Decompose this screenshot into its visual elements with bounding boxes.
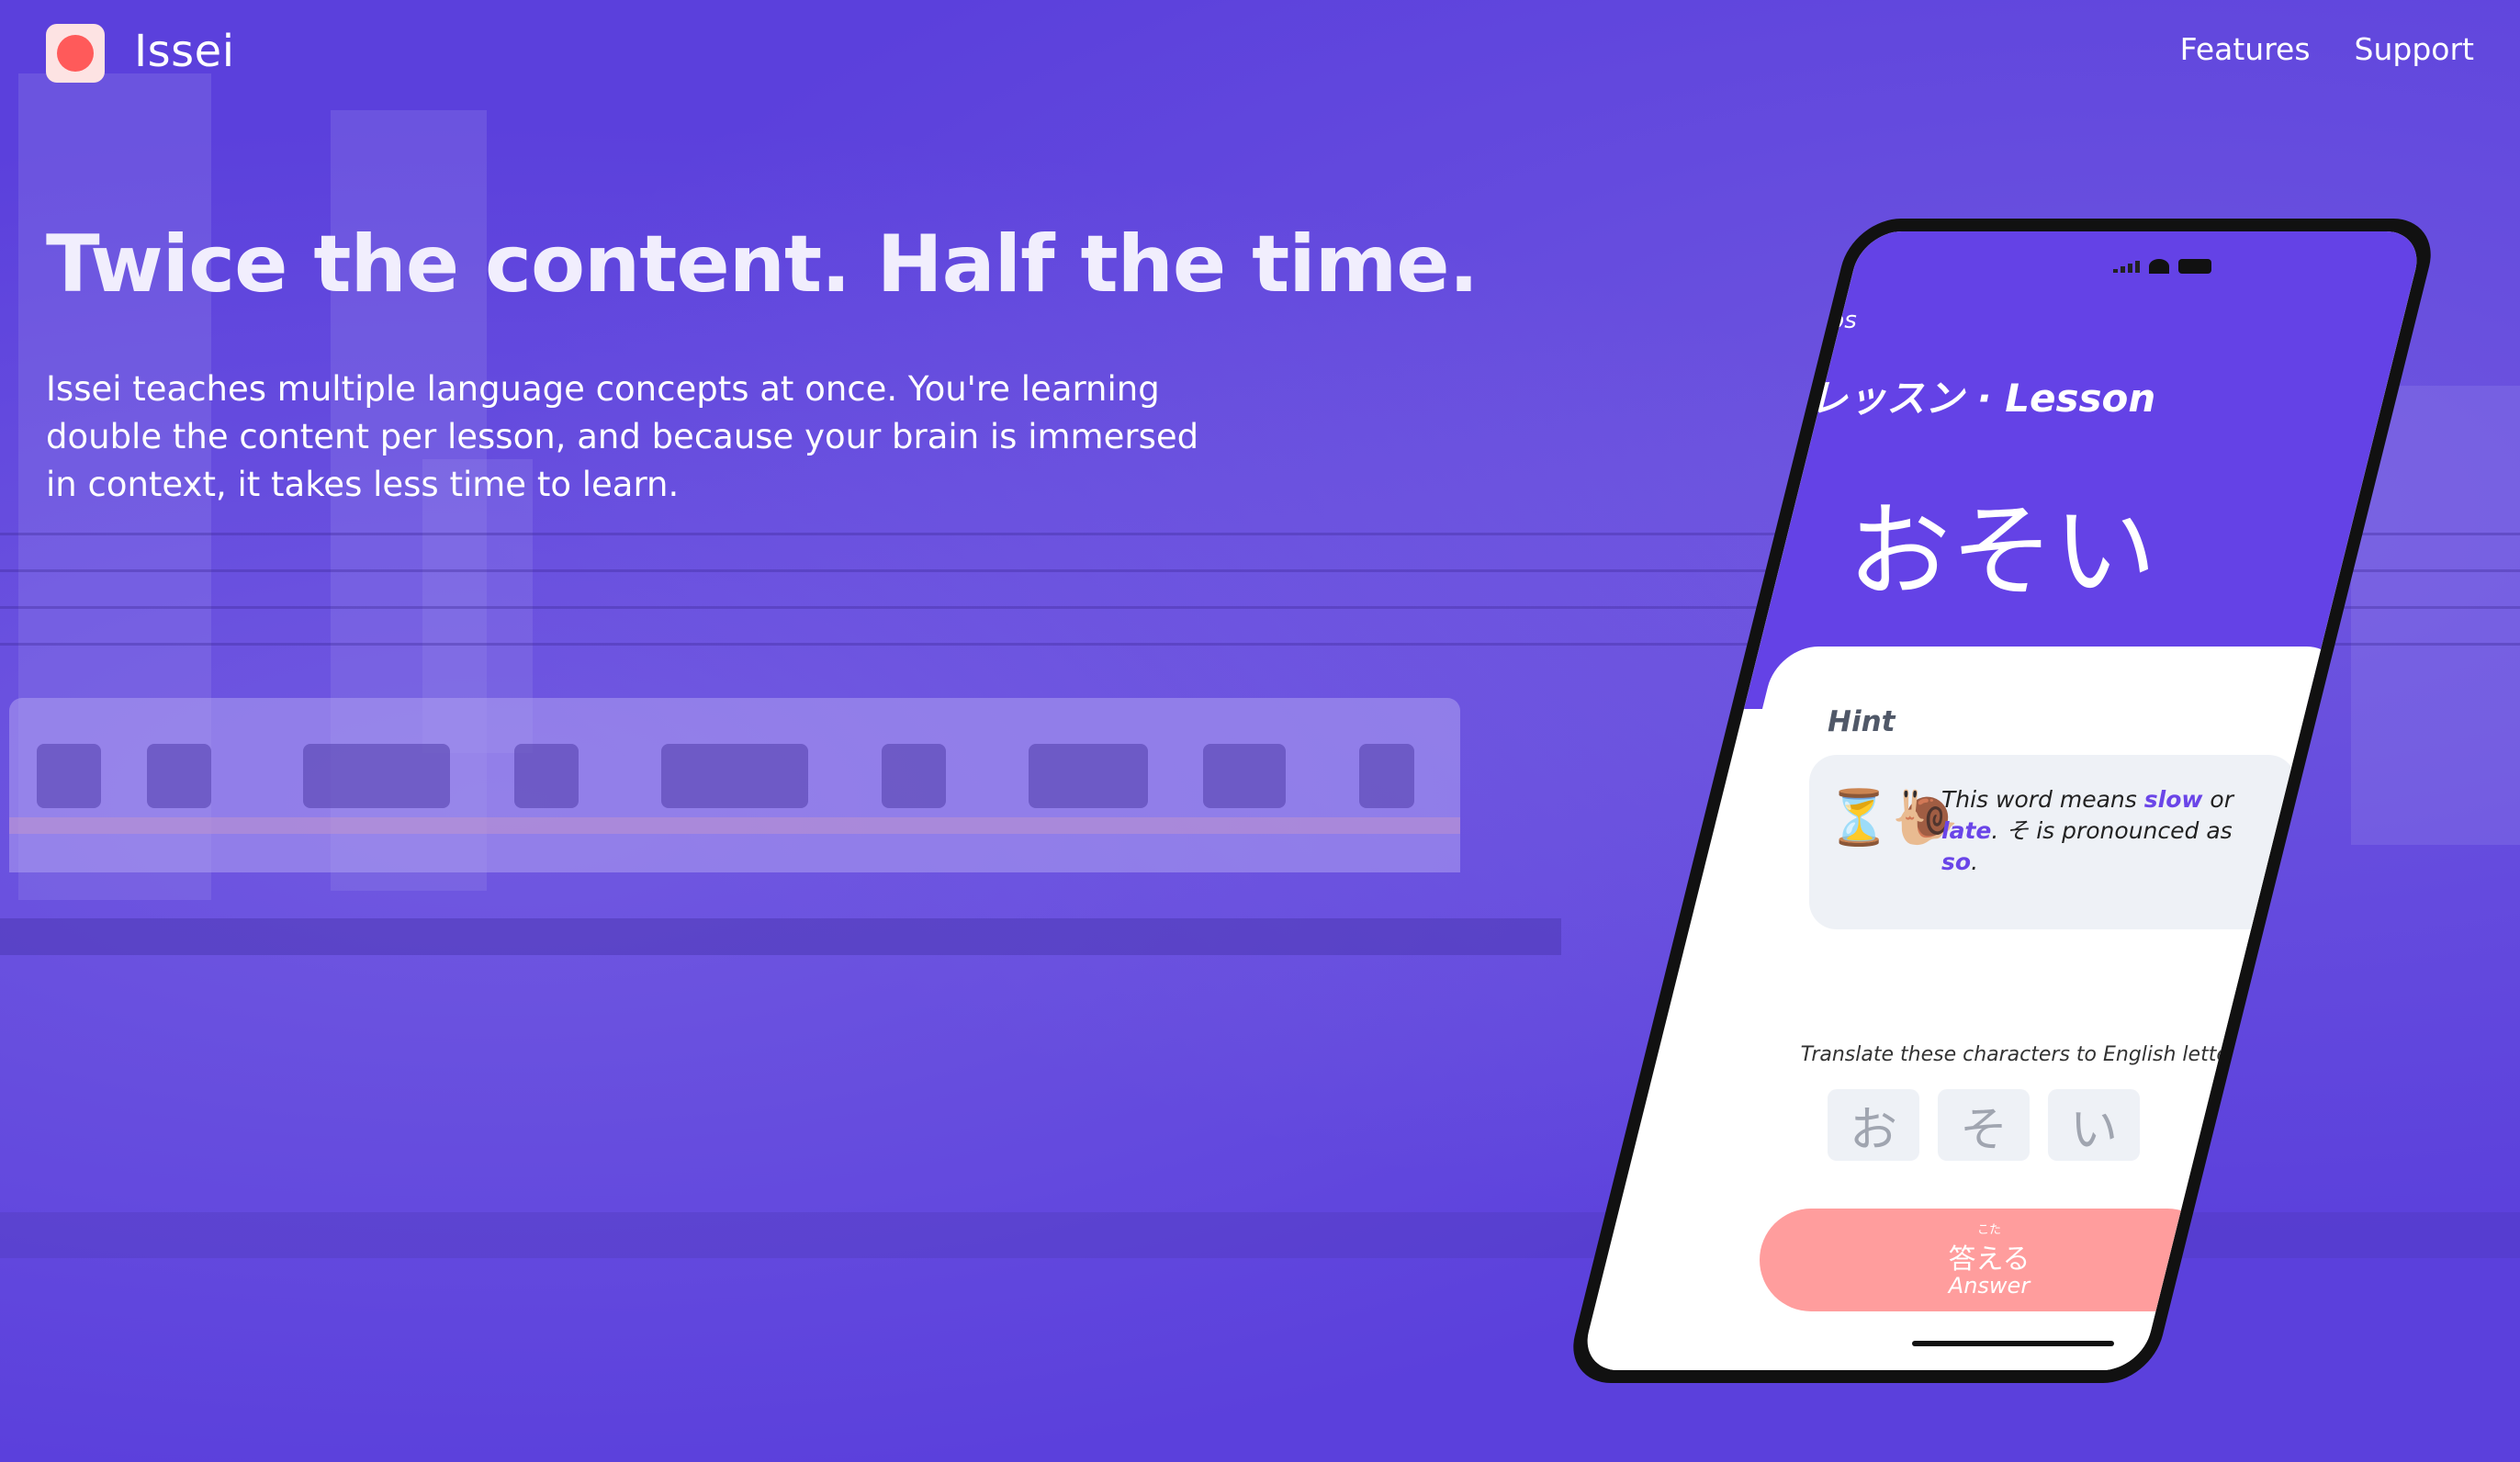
lesson-title: レッスン · Lesson bbox=[1809, 376, 2156, 421]
character-tile[interactable]: そ bbox=[1938, 1089, 2030, 1161]
top-nav: Issei Features Support bbox=[0, 0, 2520, 110]
hero-headline: Twice the content. Half the time. bbox=[46, 219, 1479, 310]
instruction-text: Translate these characters to English le… bbox=[1800, 1043, 2248, 1066]
lesson-word: おそい bbox=[1848, 492, 2156, 612]
character-tile[interactable]: お bbox=[1828, 1089, 1919, 1161]
nav-links: Features Support bbox=[2180, 31, 2474, 67]
answer-button[interactable]: こた 答える Answer bbox=[1760, 1209, 2219, 1311]
hourglass-snail-icon: ⏳🐌 bbox=[1826, 786, 1959, 849]
home-indicator bbox=[1912, 1341, 2114, 1346]
character-tiles: お そ い bbox=[1828, 1089, 2140, 1161]
logo-icon[interactable] bbox=[46, 24, 105, 83]
hint-text: This word means slow or late. そ is prono… bbox=[1941, 786, 2234, 875]
character-tile[interactable]: い bbox=[2048, 1089, 2140, 1161]
brand-name[interactable]: Issei bbox=[134, 26, 235, 77]
signal-icon bbox=[2113, 260, 2140, 273]
battery-icon bbox=[2178, 259, 2211, 274]
nav-link-support[interactable]: Support bbox=[2355, 31, 2474, 67]
status-icons bbox=[2113, 259, 2211, 274]
nav-link-features[interactable]: Features bbox=[2180, 31, 2311, 67]
wifi-icon bbox=[2149, 259, 2169, 274]
hero-subcopy: Issei teaches multiple language concepts… bbox=[46, 369, 1199, 504]
hint-label: Hint bbox=[1828, 705, 1896, 738]
